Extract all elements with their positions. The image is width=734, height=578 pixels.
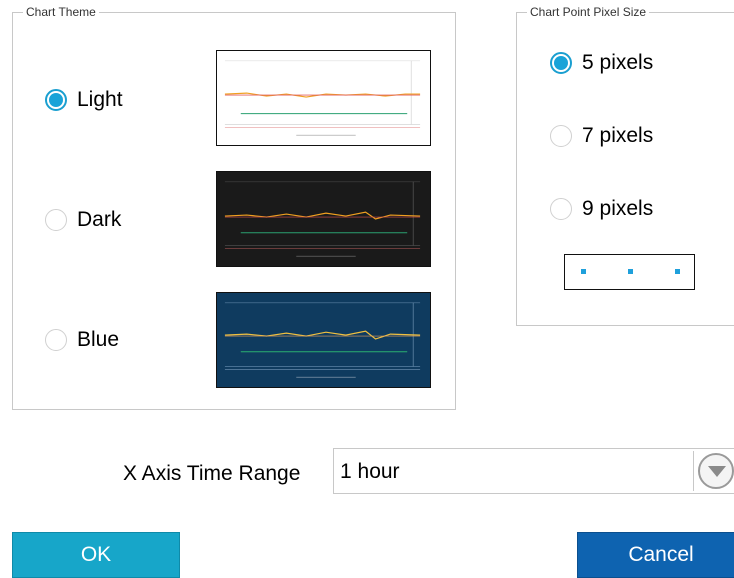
radio-indicator[interactable]: [45, 209, 67, 231]
dark-theme-preview: [216, 171, 431, 267]
preview-dot: [581, 269, 586, 274]
point-size-9-radio[interactable]: 9 pixels: [550, 197, 653, 221]
radio-indicator[interactable]: [550, 198, 572, 220]
select-divider: [693, 451, 694, 491]
chart-theme-legend: Chart Theme: [23, 5, 99, 19]
radio-indicator[interactable]: [45, 89, 67, 111]
radio-indicator[interactable]: [550, 52, 572, 74]
light-theme-preview: [216, 50, 431, 146]
chevron-down-icon[interactable]: [698, 453, 734, 489]
theme-blue-label: Blue: [77, 328, 120, 351]
blue-theme-preview: [216, 292, 431, 388]
theme-dark-radio[interactable]: Dark: [45, 208, 121, 232]
theme-dark-label: Dark: [77, 208, 122, 231]
point-size-9-label: 9 pixels: [582, 197, 654, 220]
point-size-7-label: 7 pixels: [582, 124, 654, 147]
theme-light-label: Light: [77, 88, 123, 111]
point-size-preview: [564, 254, 695, 290]
preview-dot: [628, 269, 633, 274]
theme-blue-radio[interactable]: Blue: [45, 328, 119, 352]
point-size-5-label: 5 pixels: [582, 51, 654, 74]
point-size-5-radio[interactable]: 5 pixels: [550, 51, 653, 75]
preview-dot: [675, 269, 680, 274]
theme-light-radio[interactable]: Light: [45, 88, 123, 112]
radio-indicator[interactable]: [45, 329, 67, 351]
radio-indicator[interactable]: [550, 125, 572, 147]
point-size-legend: Chart Point Pixel Size: [527, 5, 650, 19]
time-range-label: X Axis Time Range: [123, 462, 301, 485]
point-size-7-radio[interactable]: 7 pixels: [550, 124, 653, 148]
time-range-select[interactable]: 1 hour: [333, 448, 734, 494]
cancel-button[interactable]: Cancel: [577, 532, 734, 578]
time-range-value: 1 hour: [340, 460, 400, 483]
ok-button[interactable]: OK: [12, 532, 180, 578]
